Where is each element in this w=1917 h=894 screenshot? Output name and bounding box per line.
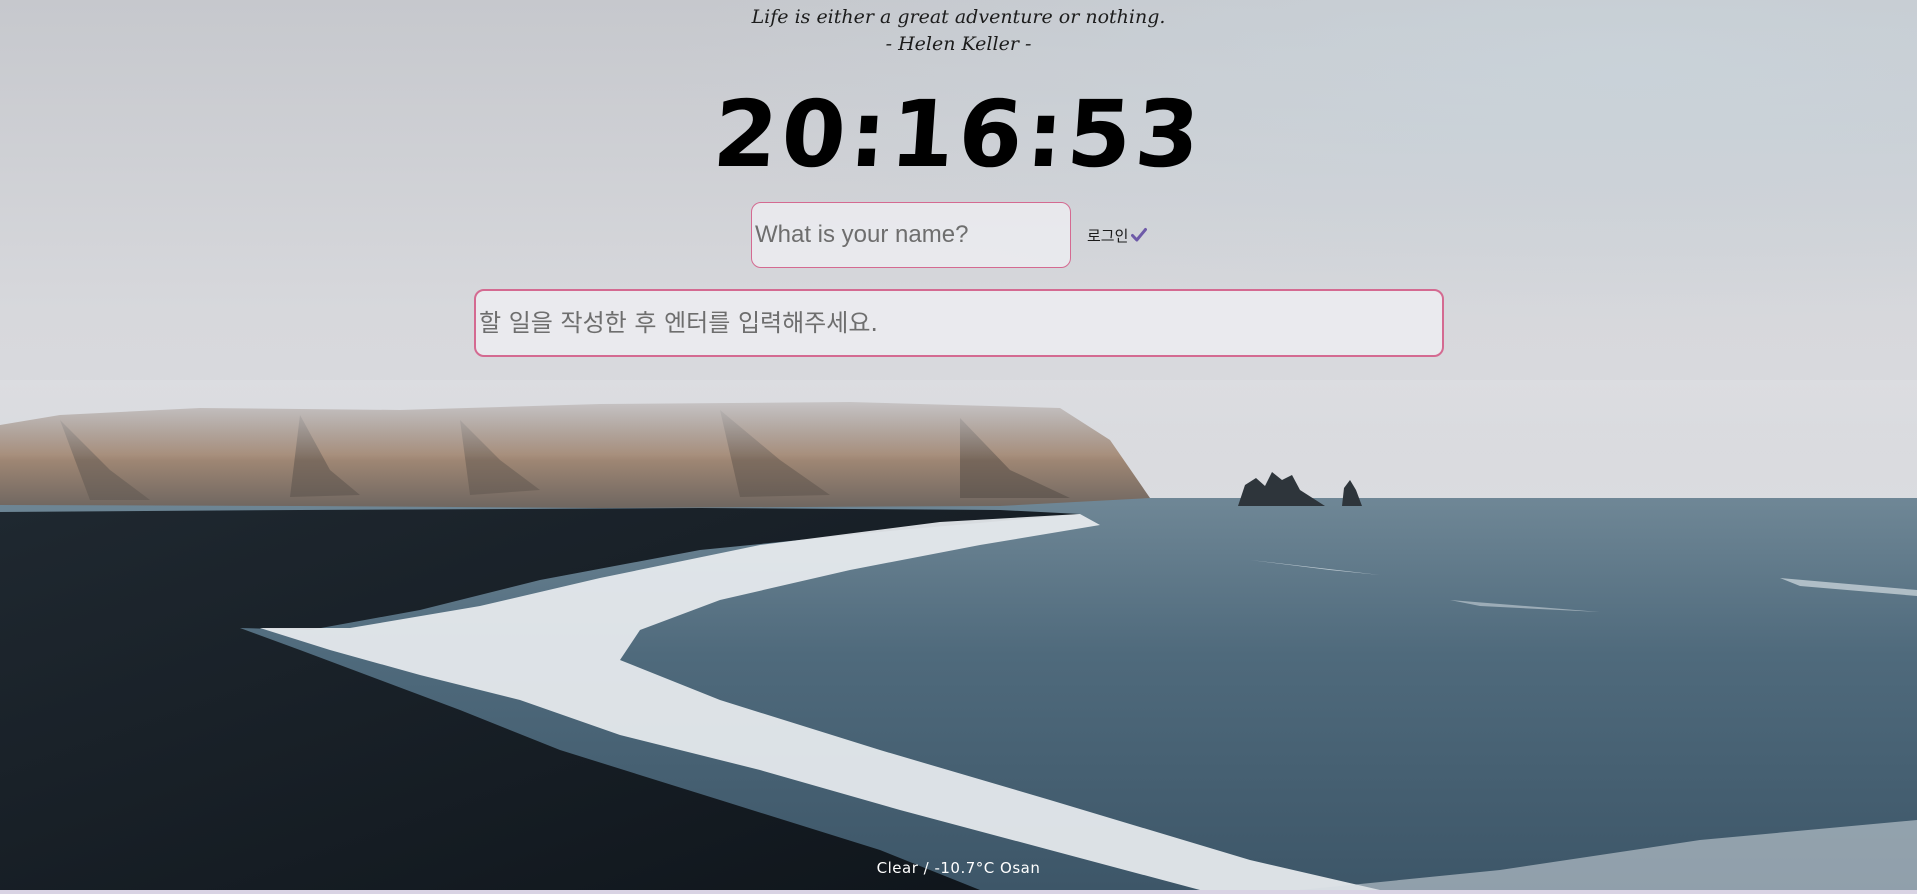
quote: Life is either a great adventure or noth…	[0, 4, 1917, 58]
login-form: 로그인	[751, 202, 1148, 268]
weather-info: Clear / -10.7°C Osan	[876, 859, 1041, 877]
quote-text: Life is either a great adventure or noth…	[751, 6, 1166, 28]
name-input[interactable]	[751, 202, 1071, 268]
check-icon	[1131, 227, 1148, 243]
quote-author: - Helen Keller -	[885, 33, 1032, 55]
bottom-strip	[0, 890, 1917, 894]
todo-input[interactable]	[474, 289, 1444, 357]
login-button-label: 로그인	[1087, 226, 1129, 245]
login-button[interactable]: 로그인	[1087, 225, 1148, 246]
clock: 20:16:53	[709, 81, 1208, 188]
todo-form	[474, 289, 1444, 357]
